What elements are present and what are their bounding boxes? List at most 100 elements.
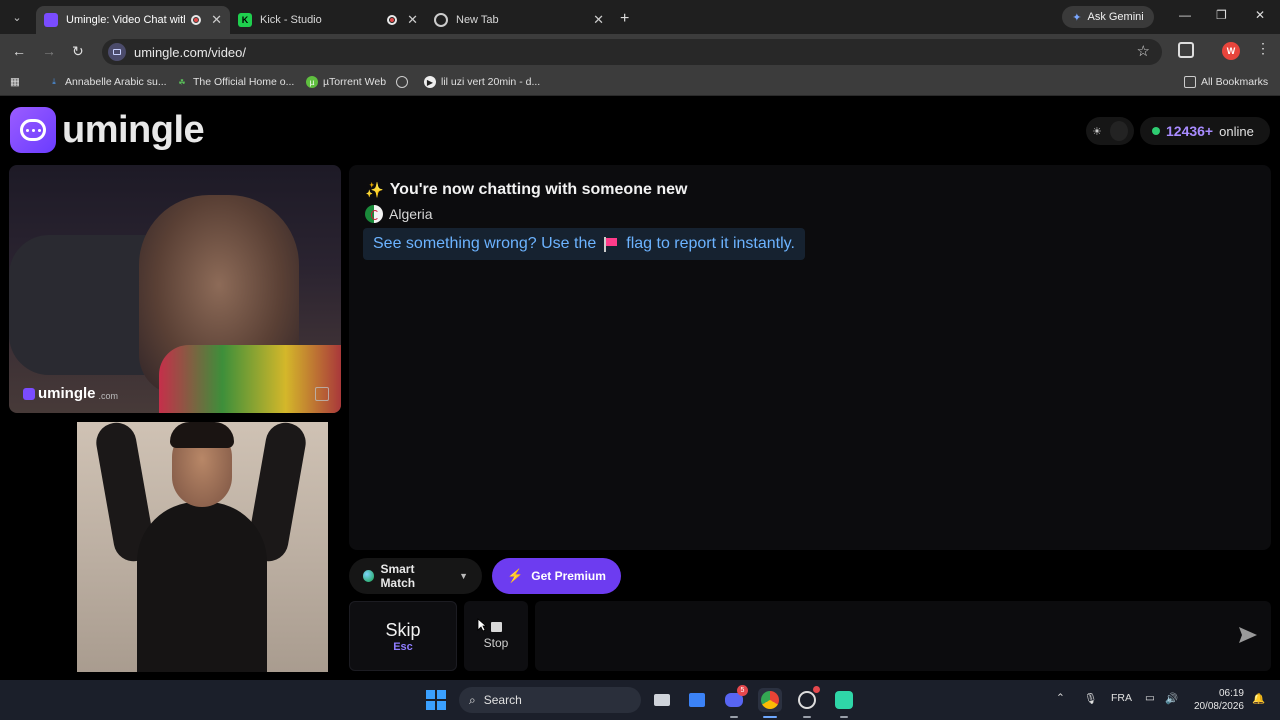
stop-icon (490, 622, 502, 632)
brand-name: umingle (62, 108, 205, 151)
url-text[interactable]: umingle.com/video/ (134, 45, 246, 60)
partner-country: Algeria (365, 205, 433, 223)
microphone-icon[interactable]: 🎙 (1084, 692, 1097, 705)
site-info-icon[interactable] (108, 43, 126, 61)
tab-title: New Tab (456, 14, 499, 26)
volume-icon[interactable]: 🔊 (1165, 692, 1178, 705)
tab-new-tab[interactable]: New Tab ✕ (426, 6, 612, 34)
bookmark-item[interactable]: ☘ The Official Home o... (176, 76, 294, 88)
stranger-video: umingle .com (9, 165, 341, 413)
new-tab-plus-icon[interactable]: + (620, 10, 629, 28)
obs-icon[interactable] (795, 686, 820, 718)
bookmark-label: The Official Home o... (193, 76, 295, 88)
app-green-icon[interactable] (832, 688, 856, 718)
send-icon[interactable] (1238, 626, 1258, 644)
premium-label: Get Premium (531, 569, 606, 583)
report-flag-icon[interactable] (315, 387, 329, 401)
sparkles-icon: ✨ (365, 182, 384, 199)
umingle-page: umingle ☀ 12436+ online umingle .com ✨ Y… (0, 100, 1280, 680)
get-premium-button[interactable]: ⚡ Get Premium (492, 558, 621, 594)
tab-search-button[interactable]: ⌄ (6, 6, 28, 28)
reload-icon[interactable]: ↻ (72, 43, 84, 60)
tab-kick-studio[interactable]: K Kick - Studio ✕ (230, 6, 426, 34)
bookmark-star-icon[interactable]: ☆ (1137, 42, 1150, 60)
clock[interactable]: 06:19 20/08/2026 (1190, 687, 1244, 713)
kick-favicon: K (238, 13, 252, 27)
browser-tab-strip: ⌄ Umingle: Video Chat with St ✕ K Kick -… (0, 0, 1280, 34)
tab-title: Umingle: Video Chat with St (66, 14, 185, 26)
profile-avatar[interactable]: W (1222, 42, 1240, 60)
system-message: ✨ You're now chatting with someone new (365, 181, 687, 199)
recording-icon (191, 15, 202, 25)
close-window-icon[interactable]: ✕ (1255, 8, 1265, 22)
menu-kebab-icon[interactable]: ⋮ (1256, 40, 1270, 57)
skip-button[interactable]: Skip Esc (349, 601, 457, 671)
self-camera-video (77, 422, 328, 672)
apps-grid-icon[interactable]: ▦ (10, 76, 20, 88)
stop-label: Stop (483, 636, 509, 650)
notification-bell-icon[interactable]: 🔔 (1252, 692, 1265, 705)
utorrent-icon: µ (306, 76, 318, 88)
back-arrow-icon[interactable]: ← (12, 43, 26, 59)
chat-bubble-logo-icon (10, 107, 56, 153)
report-notice-suffix: flag to report it instantly. (626, 235, 795, 252)
smart-match-dropdown[interactable]: Smart Match ▼ (349, 558, 482, 594)
language-indicator[interactable]: FRA (1111, 692, 1132, 704)
search-icon: ⌕ (469, 692, 476, 707)
extensions-icon[interactable] (1178, 42, 1194, 58)
theme-toggle[interactable]: ☀ (1086, 117, 1134, 145)
watermark-suffix: .com (98, 390, 119, 401)
bookmark-item[interactable]: ⤓ Annabelle Arabic su... (48, 76, 166, 88)
country-name: Algeria (389, 206, 433, 222)
taskbar-search-label: Search (483, 693, 522, 707)
skip-label: Skip (385, 619, 421, 640)
minimize-icon[interactable]: — (1179, 8, 1191, 22)
store-icon[interactable] (685, 688, 709, 712)
close-tab-icon[interactable]: ✕ (593, 12, 604, 28)
restore-icon[interactable]: ❐ (1216, 8, 1227, 22)
bookmarks-bar: ▦ ⤓ Annabelle Arabic su... ☘ The Officia… (0, 70, 1280, 96)
caret-down-icon: ▼ (459, 571, 468, 581)
close-tab-icon[interactable]: ✕ (211, 12, 222, 28)
discord-icon[interactable]: 5 (722, 685, 748, 718)
forward-arrow-icon[interactable]: → (42, 43, 56, 59)
play-icon: ▶ (424, 76, 436, 88)
bookmark-item[interactable]: µ µTorrent Web (306, 76, 386, 88)
online-counter: 12436+ online (1140, 117, 1270, 145)
chat-panel: ✨ You're now chatting with someone new A… (349, 165, 1271, 550)
bookmark-item[interactable]: ▶ lil uzi vert 20min - d... (424, 76, 540, 88)
gemini-sparkle-icon: ✦ (1072, 11, 1082, 24)
watermark-text: umingle (38, 385, 96, 402)
report-notice: See something wrong? Use the flag to rep… (363, 228, 805, 260)
windows-taskbar: ⌕ Search 5 ⌃ 🎙 FRA ▭ 🔊 06:19 20/08/2026 … (0, 680, 1280, 720)
algeria-flag-icon (365, 205, 383, 223)
browser-toolbar: ← → ↻ umingle.com/video/ ☆ W ⋮ (0, 34, 1280, 70)
address-bar[interactable]: umingle.com/video/ ☆ (102, 39, 1162, 65)
tab-umingle[interactable]: Umingle: Video Chat with St ✕ (36, 6, 230, 34)
toggle-knob (1109, 121, 1128, 141)
ask-gemini-button[interactable]: ✦ Ask Gemini (1062, 6, 1154, 28)
chrome-icon[interactable] (758, 688, 782, 718)
chrome-favicon (434, 13, 448, 27)
skip-hotkey: Esc (393, 640, 413, 653)
report-notice-prefix: See something wrong? Use the (373, 235, 597, 252)
smart-match-label: Smart Match (380, 562, 416, 590)
all-bookmarks[interactable]: All Bookmarks (1184, 76, 1268, 88)
task-view-icon[interactable] (650, 688, 674, 712)
tray-chevron-up-icon[interactable]: ⌃ (1056, 692, 1065, 704)
bookmark-label: µTorrent Web (323, 76, 387, 88)
taskbar-search[interactable]: ⌕ Search (459, 687, 641, 713)
windows-start-icon[interactable] (424, 688, 448, 712)
ask-gemini-label: Ask Gemini (1087, 11, 1144, 23)
network-icon[interactable]: ▭ (1145, 692, 1155, 704)
message-input[interactable] (535, 601, 1271, 671)
stop-button[interactable]: Stop (464, 601, 528, 671)
folder-icon (1184, 76, 1196, 88)
clock-date: 20/08/2026 (1193, 701, 1244, 712)
bookmark-item[interactable] (396, 76, 408, 88)
close-tab-icon[interactable]: ✕ (407, 12, 418, 28)
bolt-icon: ⚡ (507, 568, 524, 583)
online-label: online (1219, 123, 1254, 139)
umingle-favicon (44, 13, 58, 27)
brand-logo[interactable]: umingle (10, 107, 205, 153)
